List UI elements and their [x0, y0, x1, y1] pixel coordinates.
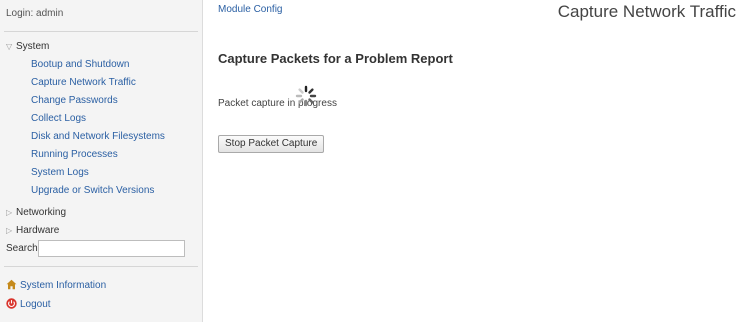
- loading-spinner-icon: [295, 85, 317, 107]
- logout-link[interactable]: Logout: [6, 298, 51, 311]
- tree-category-label: Networking: [16, 207, 67, 218]
- tree-category-networking[interactable]: ▷ Networking: [6, 207, 66, 219]
- search-label: Search:: [6, 243, 41, 254]
- house-icon: [6, 279, 17, 290]
- page-title: Capture Network Traffic: [557, 2, 736, 21]
- sidebar-item-bootup-and-shutdown[interactable]: Bootup and Shutdown: [31, 59, 129, 71]
- module-config-link[interactable]: Module Config: [218, 4, 282, 15]
- tree-category-system[interactable]: ▽ System: [6, 41, 49, 53]
- sidebar-item-running-processes[interactable]: Running Processes: [31, 149, 118, 161]
- tree-category-label: System: [16, 41, 50, 52]
- sidebar: Login: admin ▽ System Bootup and Shutdown…: [0, 0, 203, 322]
- section-title: Capture Packets for a Problem Report: [218, 51, 453, 66]
- system-information-link[interactable]: System Information: [6, 279, 106, 292]
- webmin-window: Login: admin ▽ System Bootup and Shutdown…: [0, 0, 742, 322]
- triangle-down-icon: ▽: [6, 42, 13, 51]
- logout-label: Logout: [20, 299, 51, 310]
- tree-category-hardware[interactable]: ▷ Hardware: [6, 225, 59, 237]
- power-icon: [6, 298, 17, 309]
- system-information-label: System Information: [20, 280, 107, 291]
- sidebar-item-upgrade-or-switch-versions[interactable]: Upgrade or Switch Versions: [31, 185, 154, 197]
- triangle-right-icon: ▷: [6, 226, 13, 235]
- progress-text: Packet capture in progress: [218, 98, 337, 109]
- tree-category-label: Hardware: [16, 225, 60, 236]
- login-text: Login: admin: [6, 8, 64, 19]
- triangle-right-icon: ▷: [6, 208, 13, 217]
- sidebar-divider: [4, 31, 198, 32]
- sidebar-item-capture-network-traffic[interactable]: Capture Network Traffic: [31, 77, 136, 89]
- search-input[interactable]: [38, 240, 185, 257]
- sidebar-item-disk-and-network-filesystems[interactable]: Disk and Network Filesystems: [31, 131, 165, 143]
- sidebar-item-change-passwords[interactable]: Change Passwords: [31, 95, 118, 107]
- sidebar-item-system-logs[interactable]: System Logs: [31, 167, 89, 179]
- sidebar-divider: [4, 266, 198, 267]
- stop-packet-capture-button[interactable]: Stop Packet Capture: [218, 135, 325, 153]
- sidebar-item-collect-logs[interactable]: Collect Logs: [31, 113, 86, 125]
